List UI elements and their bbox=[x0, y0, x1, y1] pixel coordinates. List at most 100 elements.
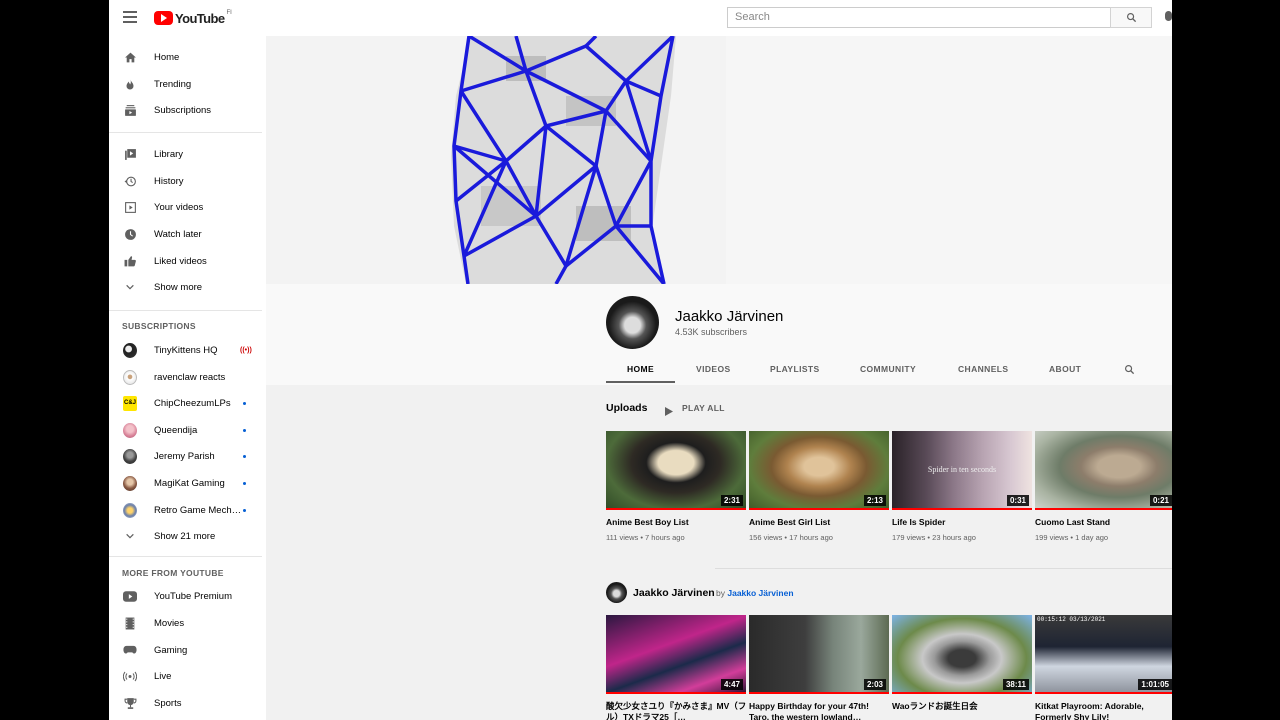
section-divider bbox=[715, 568, 1172, 569]
video-thumbnail[interactable]: 2:31 bbox=[606, 431, 746, 510]
channel-search-icon[interactable] bbox=[1124, 362, 1135, 380]
more-from-youtube-heading: MORE FROM YOUTUBE bbox=[122, 568, 224, 578]
thumbnail-overlay-text: Spider in ten seconds bbox=[927, 465, 997, 474]
subscriptions-heading: SUBSCRIPTIONS bbox=[122, 321, 196, 331]
tab-playlists[interactable]: PLAYLISTS bbox=[770, 364, 820, 374]
playlist-by-line: by Jaakko Järvinen bbox=[716, 588, 794, 598]
video-duration: 38:11 bbox=[1002, 679, 1029, 690]
subscription-magikat-gaming[interactable]: MagiKat Gaming bbox=[109, 470, 266, 496]
sidebar-show-more-subscriptions[interactable]: Show 21 more bbox=[109, 523, 266, 549]
sidebar-item-home[interactable]: Home bbox=[109, 44, 266, 70]
subscriber-count: 4.53K subscribers bbox=[675, 327, 748, 337]
sidebar-item-label: Sports bbox=[154, 697, 182, 709]
subscription-retro-game-mechanics[interactable]: Retro Game Mech… bbox=[109, 497, 266, 523]
video-card[interactable]: 0:21 Cuomo Last Stand 199 views • 1 day … bbox=[1035, 431, 1172, 542]
youtube-play-icon bbox=[154, 11, 173, 25]
video-card[interactable]: 2:31 Anime Best Boy List 111 views • 7 h… bbox=[606, 431, 747, 542]
subscription-chipcheezumlps[interactable]: C&J ChipCheezumLPs bbox=[109, 390, 266, 416]
video-duration: 1:01:05 bbox=[1138, 679, 1172, 690]
sidebar-item-label: Jeremy Parish bbox=[154, 450, 215, 462]
channel-avatar bbox=[123, 502, 137, 518]
sidebar-item-subscriptions[interactable]: Subscriptions bbox=[109, 97, 266, 123]
subscription-ravenclaw-reacts[interactable]: ravenclaw reacts bbox=[109, 364, 266, 390]
video-thumbnail[interactable]: 2:03 bbox=[749, 615, 889, 694]
video-title[interactable]: Anime Best Boy List bbox=[606, 517, 747, 528]
by-channel-link[interactable]: Jaakko Järvinen bbox=[727, 588, 793, 598]
tab-videos[interactable]: VIDEOS bbox=[696, 364, 731, 374]
video-title[interactable]: Anime Best Girl List bbox=[749, 517, 890, 528]
playlist-channel-avatar[interactable] bbox=[606, 582, 627, 603]
history-icon bbox=[123, 174, 137, 188]
library-icon bbox=[123, 147, 137, 161]
video-card[interactable]: Spider in ten seconds 0:31 Life Is Spide… bbox=[892, 431, 1033, 542]
youtube-logo[interactable]: YouTube FI bbox=[154, 9, 232, 27]
sidebar-item-history[interactable]: History bbox=[109, 168, 266, 194]
channel-banner bbox=[266, 36, 1172, 284]
sidebar-item-label: ChipCheezumLPs bbox=[154, 397, 231, 409]
sidebar-show-more[interactable]: Show more bbox=[109, 274, 266, 300]
video-thumbnail[interactable]: 38:11 bbox=[892, 615, 1032, 694]
subscription-tinykittens[interactable]: TinyKittens HQ ((•)) bbox=[109, 337, 266, 363]
subscription-queendija[interactable]: Queendija bbox=[109, 417, 266, 443]
new-content-dot bbox=[243, 482, 246, 485]
watch-progress-bar bbox=[749, 508, 889, 510]
tab-channels[interactable]: CHANNELS bbox=[958, 364, 1008, 374]
active-tab-indicator bbox=[606, 381, 675, 383]
uploads-title[interactable]: Uploads bbox=[606, 402, 647, 414]
video-thumbnail[interactable]: Spider in ten seconds 0:31 bbox=[892, 431, 1032, 510]
menu-icon[interactable] bbox=[123, 11, 137, 23]
tab-community[interactable]: COMMUNITY bbox=[860, 364, 916, 374]
sidebar-item-trending[interactable]: Trending bbox=[109, 71, 266, 97]
video-title[interactable]: Life Is Spider bbox=[892, 517, 1033, 528]
video-card[interactable]: 00:15:12 03/13/2021 1:01:05 Kitkat Playr… bbox=[1035, 615, 1172, 720]
video-duration: 0:31 bbox=[1006, 495, 1029, 506]
video-title[interactable]: Kitkat Playroom: Adorable, Formerly Shy … bbox=[1035, 701, 1172, 720]
gaming-icon bbox=[123, 643, 137, 657]
video-title[interactable]: 酸欠少女さユり『かみさま』MV（フル）TXドラマ25［… bbox=[606, 701, 747, 720]
sidebar-item-youtube-premium[interactable]: YouTube Premium bbox=[109, 583, 266, 609]
sidebar-item-label: Retro Game Mech… bbox=[154, 504, 242, 516]
video-card[interactable]: 2:03 Happy Birthday for your 47th! Taro,… bbox=[749, 615, 890, 720]
video-duration: 4:47 bbox=[720, 679, 743, 690]
sidebar-item-label: Queendija bbox=[154, 424, 198, 436]
sidebar-item-movies[interactable]: Movies bbox=[109, 610, 266, 636]
watch-progress-bar bbox=[1035, 692, 1172, 694]
sidebar-item-label: Live bbox=[154, 670, 172, 682]
video-duration: 2:31 bbox=[720, 495, 743, 506]
video-thumbnail[interactable]: 0:21 bbox=[1035, 431, 1172, 510]
sidebar-item-library[interactable]: Library bbox=[109, 141, 266, 167]
sidebar-item-label: Library bbox=[154, 148, 184, 160]
video-thumbnail[interactable]: 4:47 bbox=[606, 615, 746, 694]
sidebar-item-live[interactable]: Live bbox=[109, 663, 266, 689]
video-meta: 156 views • 17 hours ago bbox=[749, 533, 833, 542]
video-thumbnail[interactable]: 00:15:12 03/13/2021 1:01:05 bbox=[1035, 615, 1172, 694]
sidebar-item-label: Gaming bbox=[154, 644, 188, 656]
play-all-button[interactable]: PLAY ALL bbox=[682, 403, 725, 413]
video-card[interactable]: 4:47 酸欠少女さユり『かみさま』MV（フル）TXドラマ25［… bbox=[606, 615, 747, 720]
sidebar-item-your-videos[interactable]: Your videos bbox=[109, 194, 266, 220]
video-title[interactable]: Cuomo Last Stand bbox=[1035, 517, 1172, 528]
playlist-title[interactable]: Jaakko Järvinen bbox=[633, 587, 715, 599]
subscription-jeremy-parish[interactable]: Jeremy Parish bbox=[109, 443, 266, 469]
microphone-icon[interactable] bbox=[1165, 11, 1172, 25]
sidebar-item-sports[interactable]: Sports bbox=[109, 690, 266, 716]
sidebar-item-label: Liked videos bbox=[154, 255, 207, 267]
channel-avatar: C&J bbox=[123, 395, 137, 411]
tab-home[interactable]: HOME bbox=[627, 364, 654, 374]
search-button[interactable] bbox=[1110, 7, 1152, 28]
channel-avatar[interactable] bbox=[606, 296, 659, 349]
tab-about[interactable]: ABOUT bbox=[1049, 364, 1081, 374]
watch-progress-bar bbox=[606, 692, 746, 694]
video-title[interactable]: Waoランドお誕生日会 bbox=[892, 701, 1033, 712]
video-title[interactable]: Happy Birthday for your 47th! Taro, the … bbox=[749, 701, 890, 720]
video-card[interactable]: 38:11 Waoランドお誕生日会 bbox=[892, 615, 1033, 712]
video-thumbnail[interactable]: 2:13 bbox=[749, 431, 889, 510]
video-meta: 199 views • 1 day ago bbox=[1035, 533, 1109, 542]
search-input[interactable]: Search bbox=[727, 7, 1111, 28]
sidebar-item-liked-videos[interactable]: Liked videos bbox=[109, 248, 266, 274]
video-card[interactable]: 2:13 Anime Best Girl List 156 views • 17… bbox=[749, 431, 890, 542]
sidebar-divider bbox=[109, 556, 262, 557]
sidebar-item-watch-later[interactable]: Watch later bbox=[109, 221, 266, 247]
video-meta: 111 views • 7 hours ago bbox=[606, 533, 685, 542]
sidebar-item-gaming[interactable]: Gaming bbox=[109, 637, 266, 663]
